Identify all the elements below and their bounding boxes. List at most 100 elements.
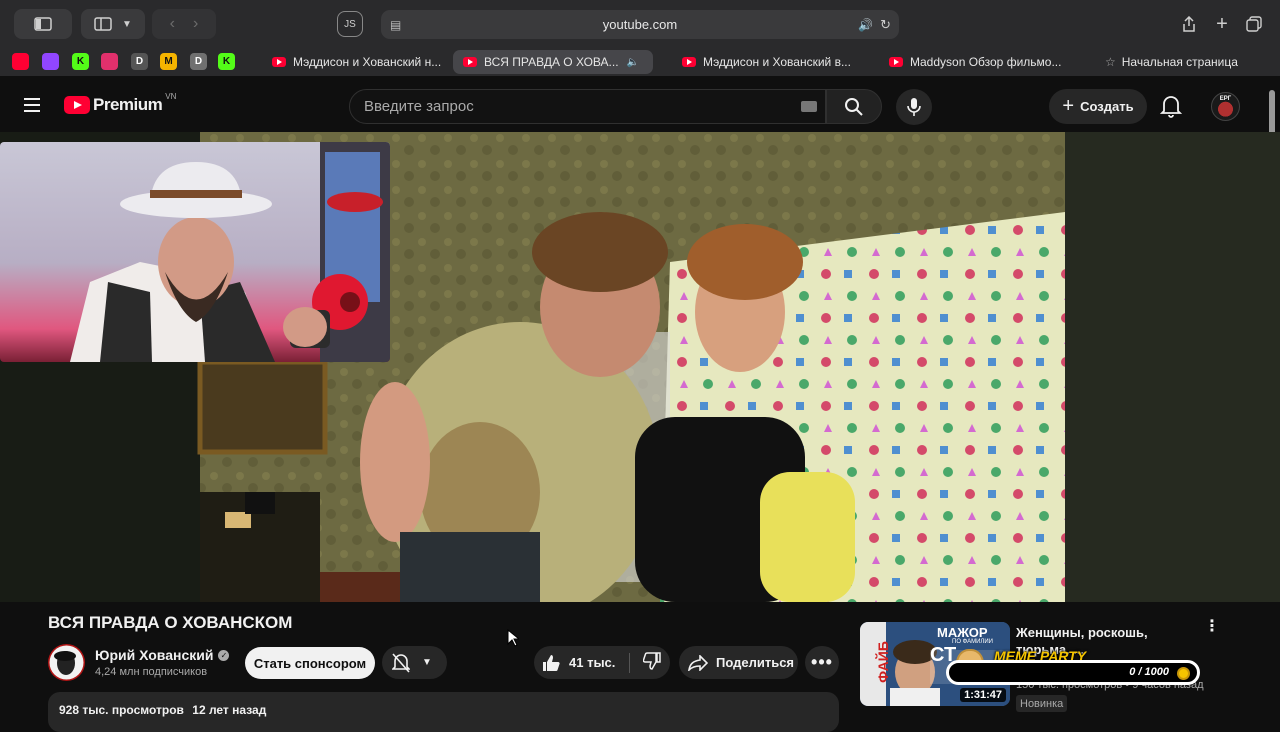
channel-avatar[interactable]	[48, 644, 85, 681]
dislike-button[interactable]	[643, 652, 662, 673]
share-button[interactable]	[1174, 9, 1204, 39]
new-badge: Новинка	[1016, 695, 1068, 712]
tab-label: Мэддисон и Хованский н...	[293, 55, 442, 69]
create-button[interactable]: + Создать	[1049, 89, 1147, 124]
browser-tab[interactable]: Maddyson Обзор фильмо...	[879, 50, 1077, 74]
share-icon	[1183, 16, 1195, 32]
channel-name-row[interactable]: Юрий Хованский ✓	[95, 647, 230, 663]
share-label: Поделиться	[716, 655, 795, 670]
tab-audio-icon[interactable]: 🔈	[627, 57, 639, 68]
tab-overview-button[interactable]: ▼	[81, 9, 145, 39]
dl-icon[interactable]: D	[131, 53, 148, 70]
share-video-button[interactable]: Поделиться	[679, 646, 798, 679]
instagram-icon[interactable]	[101, 53, 118, 70]
meme-progress-text: 0 / 1000	[1129, 666, 1169, 678]
youtube-play-icon	[64, 96, 90, 114]
tab-label: ВСЯ ПРАВДА О ХОВА...	[484, 55, 619, 69]
more-actions-button[interactable]: •••	[805, 646, 839, 679]
search-button[interactable]	[826, 89, 882, 124]
audio-icon[interactable]: 🔊	[858, 18, 873, 32]
js-extension-button[interactable]: JS	[337, 11, 363, 37]
sidebar-toggle-button[interactable]	[14, 9, 72, 39]
address-bar[interactable]: ▤ youtube.com 🔊 ↻	[381, 10, 899, 39]
subscriber-count: 4,24 млн подписчиков	[95, 666, 208, 678]
youtube-tab-icon	[272, 57, 286, 67]
youtube-tab-icon	[682, 57, 696, 67]
voice-search-button[interactable]	[896, 89, 932, 125]
streamer-camera-overlay	[0, 142, 390, 362]
layout-icon	[94, 17, 112, 31]
chevron-down-icon: ▼	[122, 18, 132, 30]
more-icon: •••	[811, 652, 833, 672]
browser-tab[interactable]: Мэддисон и Хованский н...	[262, 50, 452, 74]
avatar-text: ЕРГ	[1219, 96, 1232, 102]
like-count: 41 тыс.	[569, 655, 616, 670]
mic-icon	[907, 98, 921, 116]
publish-time: 12 лет назад	[192, 703, 267, 717]
forward-icon[interactable]: ›	[193, 15, 198, 33]
menu-icon[interactable]	[24, 98, 40, 112]
browser-tab[interactable]: ВСЯ ПРАВДА О ХОВА... 🔈	[453, 50, 653, 74]
d-icon[interactable]: D	[190, 53, 207, 70]
sponsor-button[interactable]: Стать спонсором	[245, 647, 375, 679]
avatar[interactable]: ЕРГ	[1211, 92, 1240, 121]
twitch-icon[interactable]	[42, 53, 59, 70]
sidebar-icon	[34, 17, 52, 31]
chevron-down-icon: ▼	[422, 657, 432, 668]
search-input[interactable]: Введите запрос	[349, 89, 826, 124]
like-dislike-group: 41 тыс.	[534, 646, 670, 679]
coin-icon	[1177, 667, 1190, 680]
back-icon[interactable]: ‹	[170, 15, 175, 33]
youtube-logo[interactable]: Premium VN	[64, 91, 177, 115]
plus-icon: +	[1062, 95, 1075, 117]
youtube-icon[interactable]	[12, 53, 29, 70]
notifications-button[interactable]	[1159, 94, 1186, 120]
m-icon-label: M	[164, 56, 173, 67]
video-duration: 1:31:47	[960, 688, 1006, 702]
dl-icon-label: D	[135, 56, 144, 67]
tabs-icon	[1246, 16, 1262, 32]
tab-label: Maddyson Обзор фильмо...	[910, 55, 1062, 69]
thumb-side-text: ФАЙБ	[874, 641, 891, 683]
keyboard-icon[interactable]	[801, 101, 817, 112]
kick-icon-label: K	[76, 56, 85, 67]
related-more-button[interactable]: ⋮	[1204, 619, 1220, 635]
create-label: Создать	[1080, 99, 1134, 114]
kick-icon[interactable]: K	[72, 53, 89, 70]
reader-icon[interactable]: ▤	[390, 18, 401, 32]
meme-progress-bar: 0 / 1000	[946, 660, 1200, 685]
search-icon	[845, 97, 863, 116]
description-box[interactable]: 928 тыс. просмотров 12 лет назад	[48, 692, 839, 732]
bell-icon	[1159, 96, 1183, 118]
browser-toolbar: ▼ ‹ › JS ▤ youtube.com 🔊 ↻ +	[0, 0, 1280, 48]
subscription-notifications-button[interactable]: ▼	[382, 646, 447, 679]
browser-tab[interactable]: ☆ Начальная страница	[1095, 50, 1255, 74]
meme-party-overlay: MEME PARTY 0 / 1000	[946, 645, 1200, 685]
youtube-tab-icon	[889, 57, 903, 67]
logo-text: Premium	[93, 95, 163, 114]
bell-off-icon	[392, 652, 410, 673]
thumb-top-text: МАЖОР	[937, 625, 988, 640]
mouse-cursor	[507, 629, 519, 647]
like-button[interactable]: 41 тыс.	[534, 654, 615, 672]
channel-name: Юрий Хованский	[95, 647, 214, 663]
share-arrow-icon	[688, 654, 708, 671]
star-icon: ☆	[1105, 55, 1116, 69]
nav-buttons: ‹ ›	[152, 9, 216, 39]
new-tab-button[interactable]: +	[1208, 9, 1236, 39]
streamer-image	[70, 142, 390, 362]
tab-label: Начальная страница	[1121, 55, 1238, 69]
url-text: youtube.com	[602, 17, 678, 32]
reload-icon[interactable]: ↻	[880, 17, 891, 33]
d-icon-label: D	[194, 56, 203, 67]
verified-icon: ✓	[218, 649, 230, 661]
m-icon[interactable]: M	[160, 53, 177, 70]
browser-tab[interactable]: Мэддисон и Хованский в...	[672, 50, 870, 74]
tabs-overview-button[interactable]	[1240, 9, 1268, 39]
thumbs-down-icon	[643, 652, 662, 670]
channel-avatar-image	[49, 645, 84, 680]
kick-icon-2[interactable]: K	[218, 53, 235, 70]
like-divider	[629, 652, 631, 673]
region-code: VN	[165, 91, 177, 101]
thumbs-up-icon	[543, 654, 560, 671]
